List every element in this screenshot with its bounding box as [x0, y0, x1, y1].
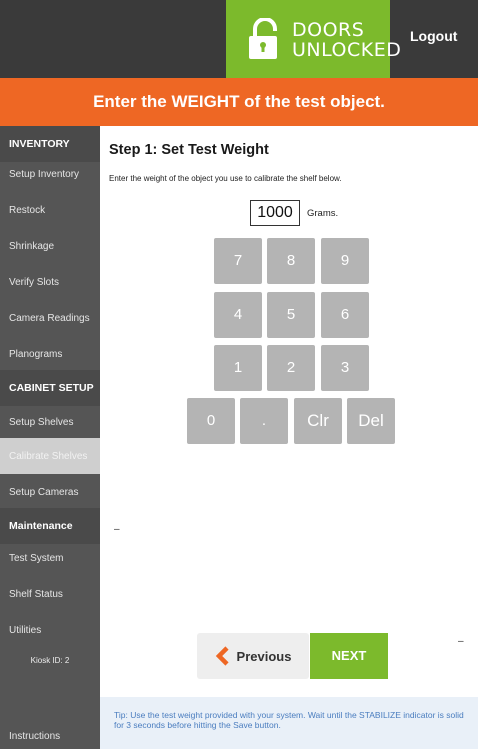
app-header: DOORS UNLOCKED Logout — [0, 0, 478, 78]
page-title: Step 1: Set Test Weight — [109, 142, 269, 158]
delete-button[interactable]: Del — [347, 398, 395, 444]
key-5[interactable]: 5 — [267, 292, 315, 338]
logout-button[interactable]: Logout — [410, 28, 457, 44]
sidebar-item-shrinkage[interactable]: Shrinkage — [0, 228, 100, 264]
previous-label: Previous — [236, 648, 292, 664]
key-9[interactable]: 9 — [321, 238, 369, 284]
brand-logo: DOORS UNLOCKED — [226, 0, 401, 78]
sidebar-item-verify-slots[interactable]: Verify Slots — [0, 264, 100, 300]
key-7[interactable]: 7 — [214, 238, 262, 284]
key-decimal[interactable]: . — [240, 398, 288, 444]
key-8[interactable]: 8 — [267, 238, 315, 284]
instruction-banner: Enter the WEIGHT of the test object. — [0, 78, 478, 126]
sidebar-item-utilities[interactable]: Utilities — [0, 612, 100, 648]
main-content: Step 1: Set Test Weight Enter the weight… — [100, 126, 478, 749]
dash-mark: – — [114, 524, 120, 535]
tip-box: Tip: Use the test weight provided with y… — [100, 697, 478, 749]
chevron-left-icon — [215, 646, 229, 666]
sidebar-item-setup-cameras[interactable]: Setup Cameras — [0, 474, 100, 510]
key-0[interactable]: 0 — [187, 398, 235, 444]
brand-line-1: DOORS — [292, 19, 365, 41]
sidebar-item-shelf-status[interactable]: Shelf Status — [0, 576, 100, 612]
sidebar-section-maintenance: Maintenance — [0, 508, 100, 544]
sidebar-section-cabinet-setup: CABINET SETUP — [0, 370, 100, 406]
sidebar-item-setup-inventory[interactable]: Setup Inventory — [0, 156, 100, 192]
sidebar-item-test-system[interactable]: Test System — [0, 540, 100, 576]
step-instructions: Enter the weight of the object you use t… — [109, 174, 342, 183]
lock-icon — [249, 18, 277, 59]
kiosk-id: Kiosk ID: 2 — [30, 656, 70, 665]
clear-button[interactable]: Clr — [294, 398, 342, 444]
key-2[interactable]: 2 — [267, 345, 315, 391]
sidebar-item-restock[interactable]: Restock — [0, 192, 100, 228]
sidebar-item-planograms[interactable]: Planograms — [0, 336, 100, 372]
key-6[interactable]: 6 — [321, 292, 369, 338]
sidebar-item-instructions[interactable]: Instructions — [0, 724, 100, 748]
weight-input[interactable]: 1000 — [250, 200, 300, 226]
key-3[interactable]: 3 — [321, 345, 369, 391]
key-1[interactable]: 1 — [214, 345, 262, 391]
sidebar-item-camera-readings[interactable]: Camera Readings — [0, 300, 100, 336]
sidebar-item-setup-shelves[interactable]: Setup Shelves — [0, 404, 100, 440]
sidebar-item-calibrate-shelves[interactable]: Calibrate Shelves — [0, 438, 100, 474]
brand-name: DOORS UNLOCKED — [292, 20, 401, 60]
dash-mark-right: – — [458, 636, 464, 647]
brand-line-2: UNLOCKED — [292, 39, 402, 61]
weight-unit-label: Grams. — [307, 208, 339, 219]
next-button[interactable]: NEXT — [310, 633, 388, 679]
sidebar: INVENTORY Setup Inventory Restock Shrink… — [0, 126, 100, 749]
previous-button[interactable]: Previous — [197, 633, 309, 679]
key-4[interactable]: 4 — [214, 292, 262, 338]
